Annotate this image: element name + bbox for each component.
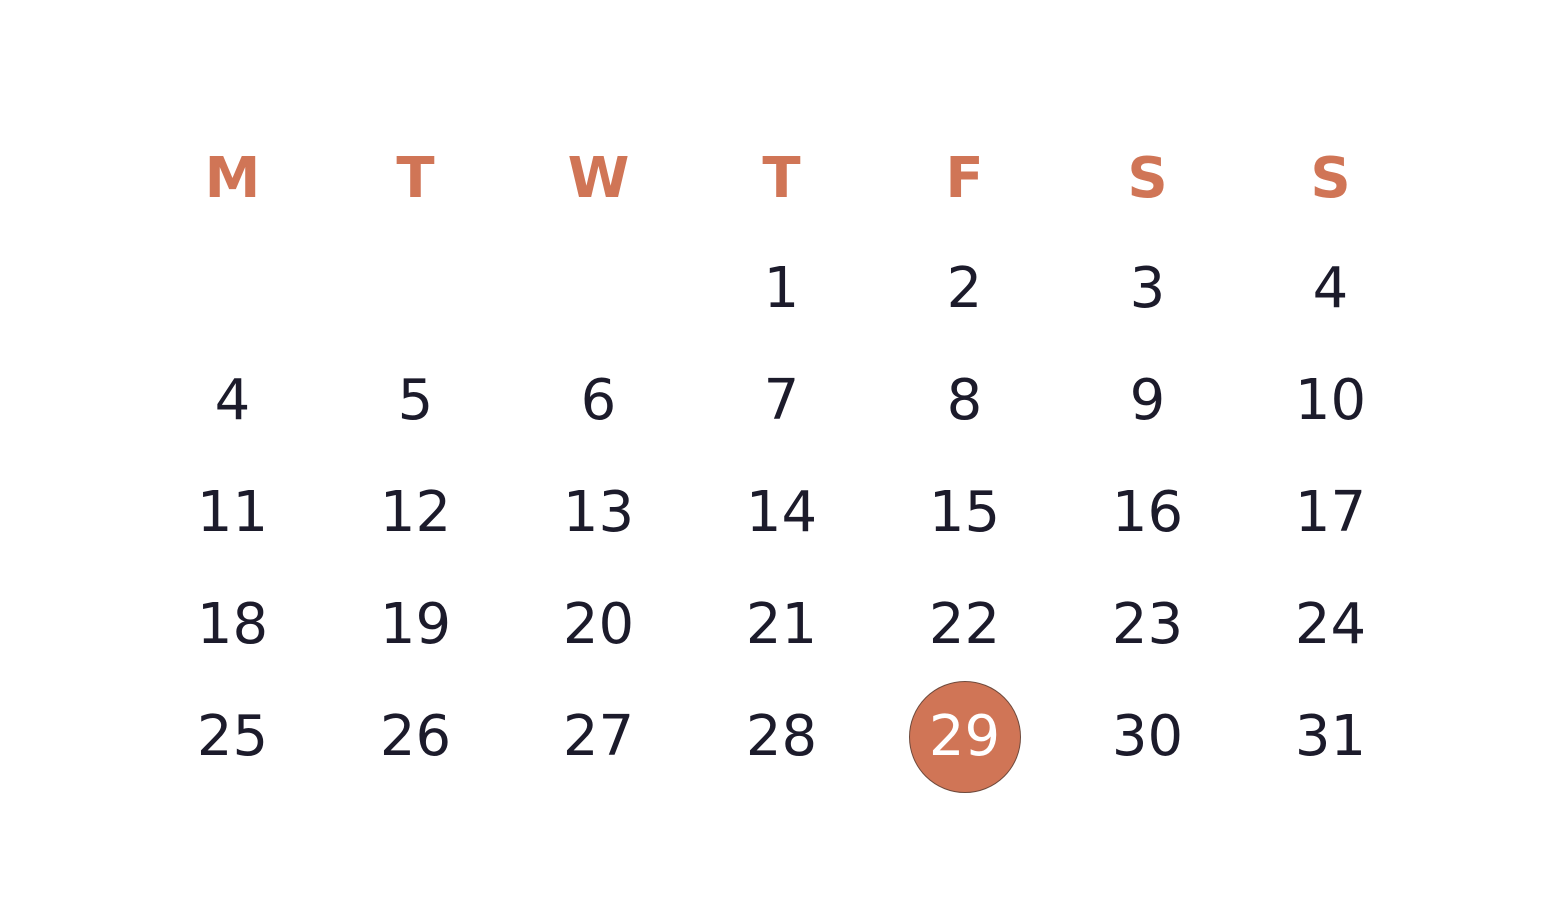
- weekday-label-sun: S: [1310, 146, 1351, 211]
- calendar-week-row: 11 12 13 14 15 16 17: [141, 457, 1422, 569]
- calendar-week-row: 1 2 3 4: [141, 233, 1422, 345]
- calendar-day[interactable]: 31: [1239, 681, 1422, 793]
- calendar-day-number: 30: [1111, 704, 1184, 769]
- calendar-day-number: 26: [379, 704, 452, 769]
- calendar-day-number: 10: [1294, 368, 1367, 433]
- calendar-empty-cell: [141, 233, 324, 345]
- calendar-day-number: 15: [928, 480, 1001, 545]
- calendar-day-number: 8: [946, 368, 983, 433]
- calendar-day[interactable]: 10: [1239, 345, 1422, 457]
- calendar-day[interactable]: 2: [873, 233, 1056, 345]
- calendar-day-number: 21: [745, 592, 818, 657]
- calendar-day[interactable]: 4: [141, 345, 324, 457]
- calendar-day-number: 11: [196, 480, 269, 545]
- calendar-day[interactable]: 6: [507, 345, 690, 457]
- calendar-day-number: 22: [928, 592, 1001, 657]
- calendar-day-number: 14: [745, 480, 818, 545]
- calendar-day-number: 19: [379, 592, 452, 657]
- calendar-day-number: 23: [1111, 592, 1184, 657]
- calendar-day-number: 4: [214, 368, 251, 433]
- calendar-day[interactable]: 16: [1056, 457, 1239, 569]
- calendar-day-number: 9: [1129, 368, 1166, 433]
- weekday-label-tue: T: [396, 146, 435, 211]
- calendar-day-number: 13: [562, 480, 635, 545]
- calendar-day[interactable]: 23: [1056, 569, 1239, 681]
- calendar-day-number: 16: [1111, 480, 1184, 545]
- calendar-day[interactable]: 11: [141, 457, 324, 569]
- calendar-day-number: 1: [763, 256, 800, 321]
- calendar-day[interactable]: 24: [1239, 569, 1422, 681]
- calendar-day[interactable]: 20: [507, 569, 690, 681]
- weekday-label-wed: W: [567, 146, 630, 211]
- calendar-day[interactable]: 12: [324, 457, 507, 569]
- calendar-day[interactable]: 17: [1239, 457, 1422, 569]
- calendar-day-number: 6: [580, 368, 617, 433]
- calendar-day-number: 12: [379, 480, 452, 545]
- calendar-empty-cell: [507, 233, 690, 345]
- calendar-week-row: 4 5 6 7 8 9 10: [141, 345, 1422, 457]
- calendar-day-number: 5: [397, 368, 434, 433]
- calendar-day[interactable]: 5: [324, 345, 507, 457]
- calendar-grid: 1 2 3 4 4 5 6 7 8 9 10 11 12 13 14 15 16 17 18 19 20 21 22 23 24…: [141, 233, 1422, 793]
- calendar-day-number: 24: [1294, 592, 1367, 657]
- calendar-day[interactable]: 18: [141, 569, 324, 681]
- weekday-label-thu: T: [762, 146, 801, 211]
- calendar-day[interactable]: 4: [1239, 233, 1422, 345]
- calendar-day-number: 4: [1312, 256, 1349, 321]
- calendar-day[interactable]: 19: [324, 569, 507, 681]
- calendar-day[interactable]: 14: [690, 457, 873, 569]
- calendar-day[interactable]: 22: [873, 569, 1056, 681]
- calendar-day-number: 18: [196, 592, 269, 657]
- calendar-day[interactable]: 3: [1056, 233, 1239, 345]
- calendar-day[interactable]: 21: [690, 569, 873, 681]
- calendar-day-number: 28: [745, 704, 818, 769]
- calendar-day[interactable]: 9: [1056, 345, 1239, 457]
- calendar-day[interactable]: 8: [873, 345, 1056, 457]
- weekday-label-sat: S: [1127, 146, 1168, 211]
- calendar-day[interactable]: 25: [141, 681, 324, 793]
- calendar-day-selected[interactable]: 29: [873, 681, 1056, 793]
- calendar-day-number: 31: [1294, 704, 1367, 769]
- calendar-day-number: 3: [1129, 256, 1166, 321]
- weekday-label-mon: M: [204, 146, 261, 211]
- calendar-week-row: 18 19 20 21 22 23 24: [141, 569, 1422, 681]
- calendar-day[interactable]: 26: [324, 681, 507, 793]
- calendar-day[interactable]: 30: [1056, 681, 1239, 793]
- calendar-day-number: 29: [928, 704, 1001, 769]
- weekday-label-fri: F: [945, 146, 984, 211]
- calendar-day[interactable]: 1: [690, 233, 873, 345]
- calendar-day[interactable]: 13: [507, 457, 690, 569]
- calendar-day[interactable]: 27: [507, 681, 690, 793]
- calendar-day-number: 7: [763, 368, 800, 433]
- calendar-day-number: 2: [946, 256, 983, 321]
- calendar-day-number: 20: [562, 592, 635, 657]
- calendar-day[interactable]: 7: [690, 345, 873, 457]
- calendar-week-row: 25 26 27 28 29 30 31: [141, 681, 1422, 793]
- calendar: M T W T F S S 1 2 3 4 4 5 6 7 8 9 10 11 12 13 14 15 16 17…: [141, 125, 1422, 793]
- calendar-day[interactable]: 28: [690, 681, 873, 793]
- calendar-day-number: 27: [562, 704, 635, 769]
- calendar-day-number: 17: [1294, 480, 1367, 545]
- calendar-day[interactable]: 15: [873, 457, 1056, 569]
- calendar-empty-cell: [324, 233, 507, 345]
- weekday-header-row: M T W T F S S: [141, 125, 1422, 233]
- calendar-day-number: 25: [196, 704, 269, 769]
